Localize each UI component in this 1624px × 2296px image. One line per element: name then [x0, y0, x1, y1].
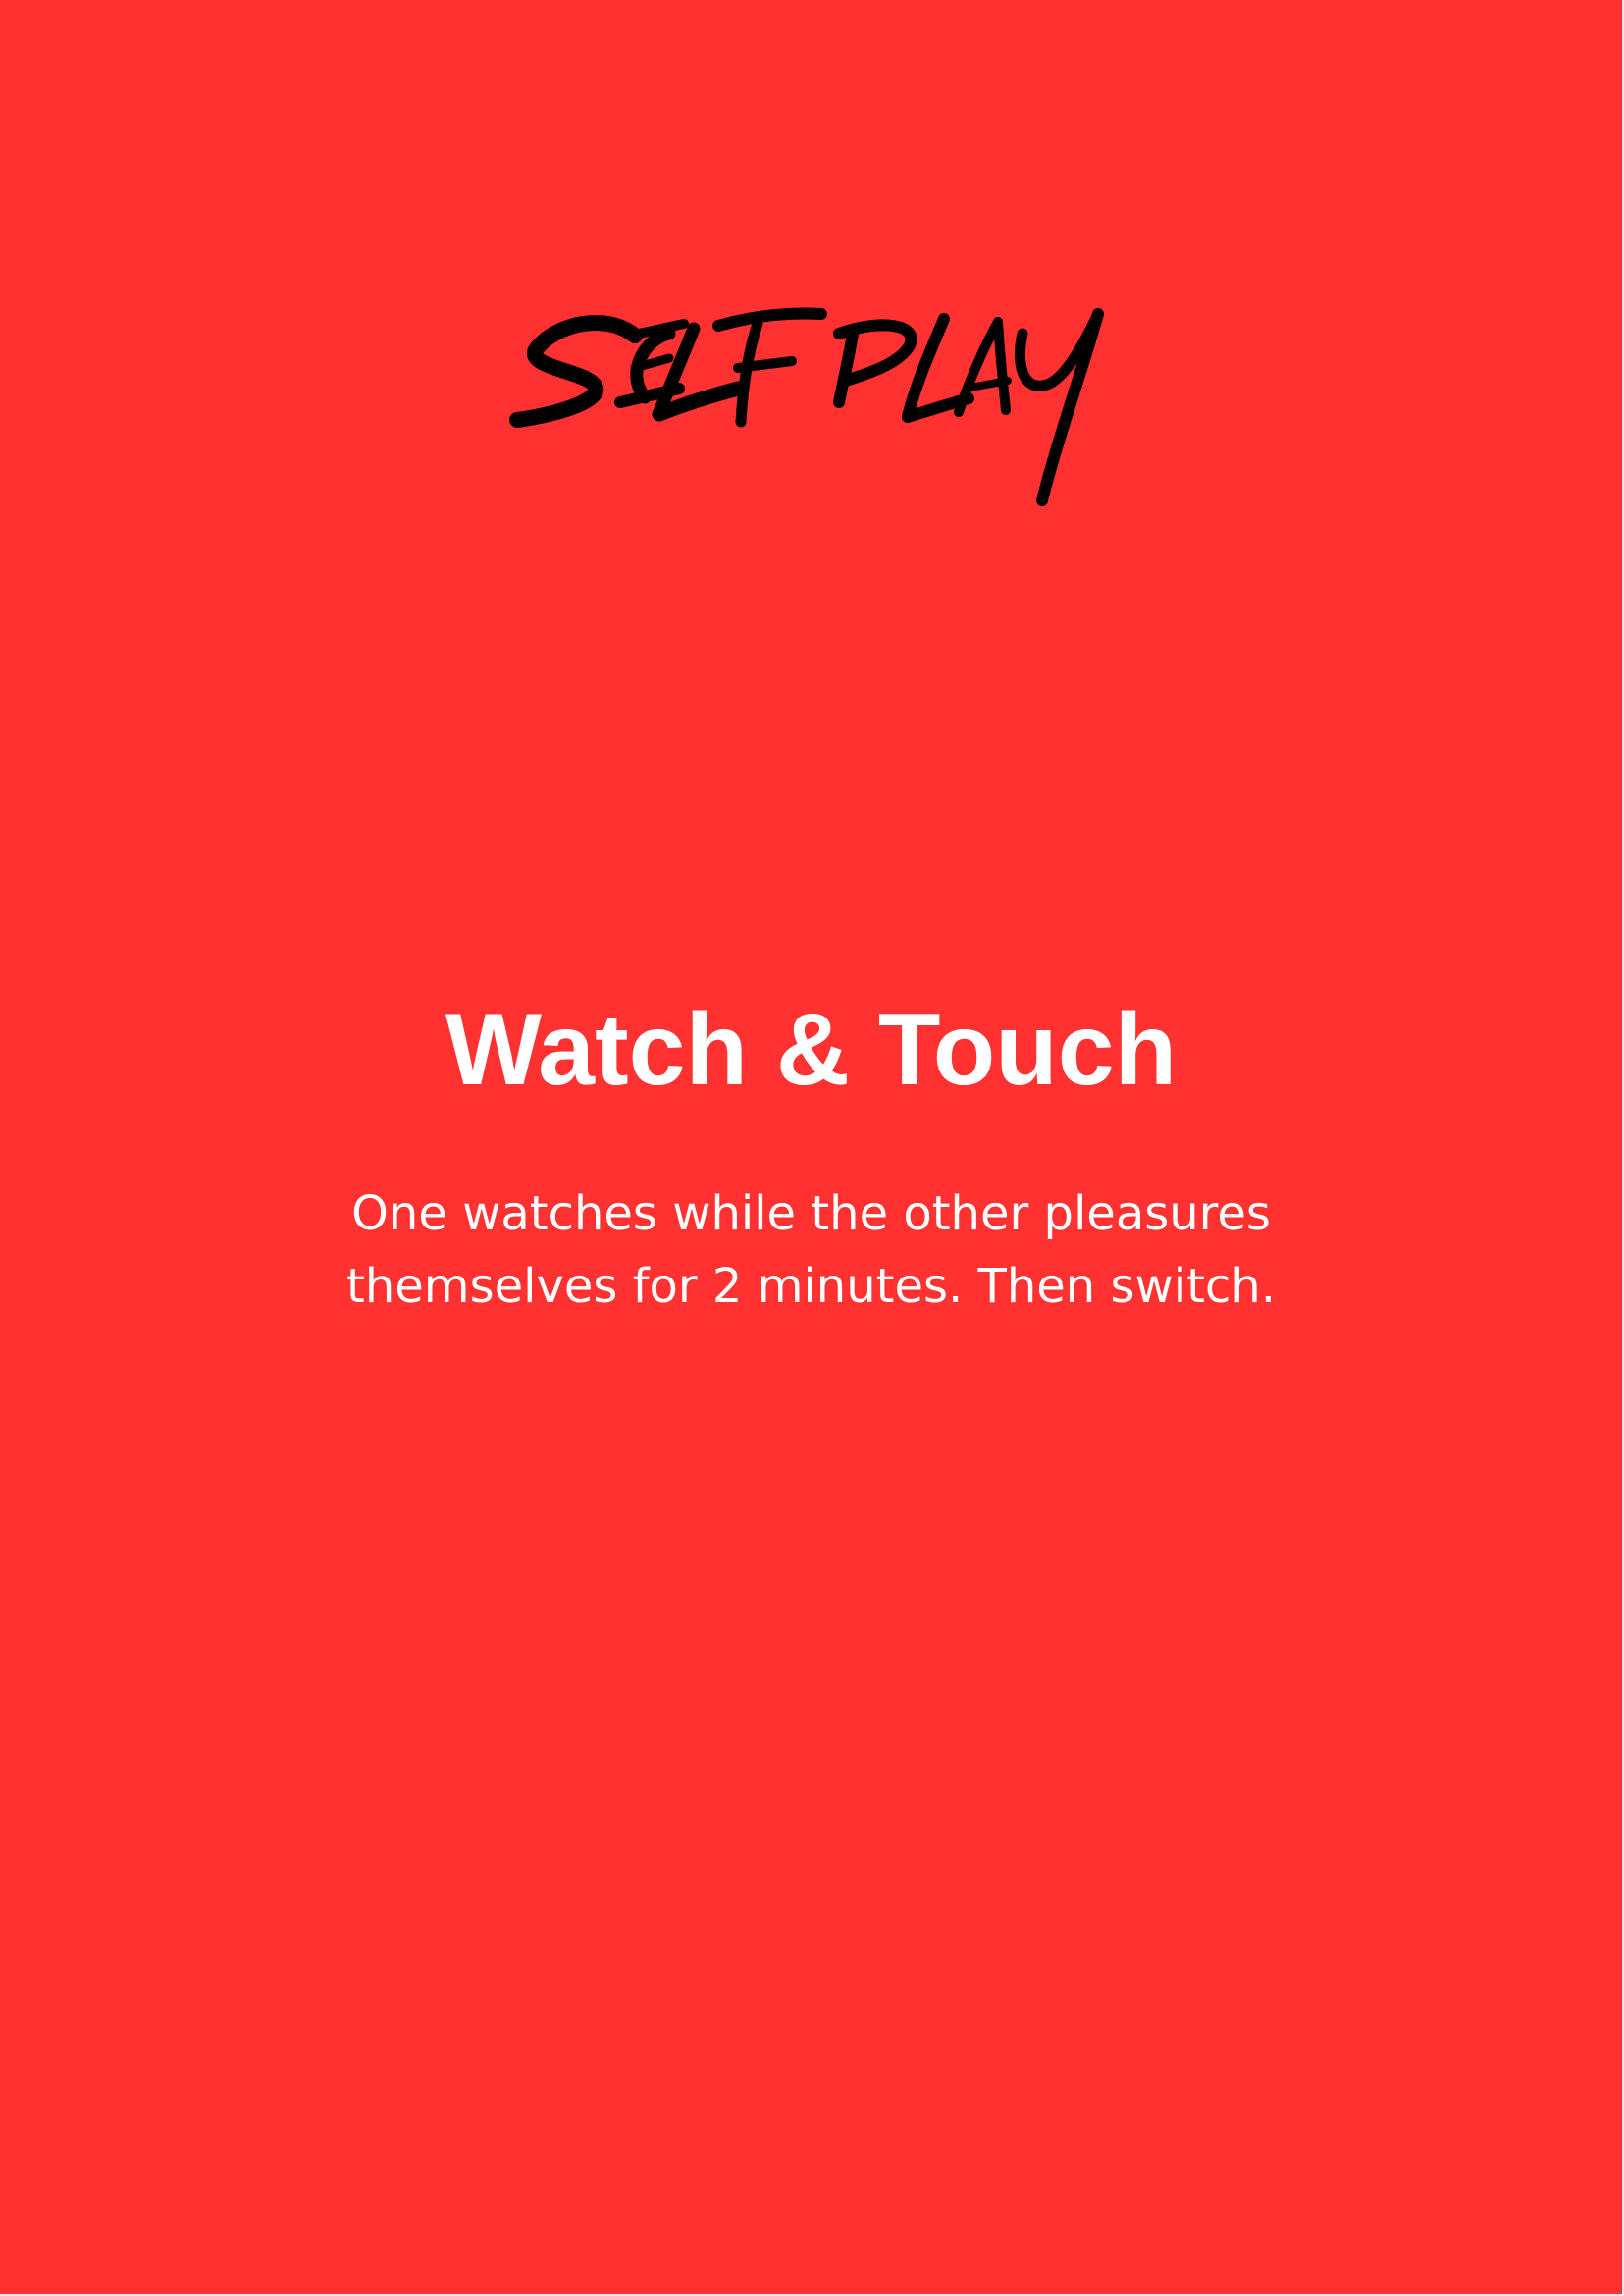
- card-title: Watch & Touch: [445, 993, 1178, 1107]
- description-line-2: themselves for 2 minutes. Then switch.: [346, 1259, 1276, 1314]
- category-brush-lettering: [508, 307, 1104, 506]
- description-line-1: One watches while the other pleasures: [351, 1186, 1271, 1241]
- card-description: One watches while the other pleasures th…: [0, 1177, 1622, 1323]
- game-card: SELF PLAY: [0, 0, 1624, 2296]
- category-heading: SELF PLAY: [0, 294, 1622, 530]
